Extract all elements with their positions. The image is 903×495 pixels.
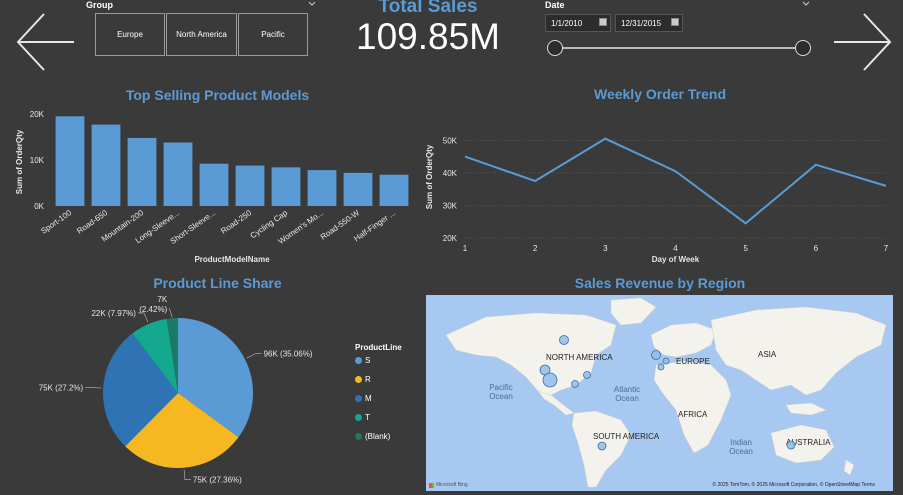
bar[interactable] xyxy=(55,116,85,206)
group-item-pacific[interactable]: Pacific xyxy=(238,13,308,56)
leader-line xyxy=(85,387,102,389)
leader-line xyxy=(183,469,191,481)
x-tick-label: Road-650 xyxy=(75,208,109,236)
x-axis-title: Day of Week xyxy=(652,255,700,264)
y-tick-label: 40K xyxy=(443,169,458,178)
map-bubble[interactable] xyxy=(597,441,607,451)
date-slider-end-handle[interactable] xyxy=(795,40,811,56)
date-slider-start-handle[interactable] xyxy=(547,40,563,56)
pie-chart: 96K (35.06%) 75K (27.36%) 75K (27.2%) 22K (… xyxy=(39,295,313,485)
pie-data-label: 75K (27.2%) xyxy=(39,383,84,392)
legend-marker xyxy=(355,357,362,364)
legend-label: S xyxy=(365,356,371,365)
legend-marker xyxy=(355,433,362,440)
x-axis-title: ProductModelName xyxy=(194,255,270,264)
pie-chart-title: Product Line Share xyxy=(153,275,282,291)
legend-item[interactable]: M xyxy=(355,394,372,403)
legend-marker xyxy=(355,376,362,383)
leader-line xyxy=(137,312,149,323)
map-attribution[interactable]: © 2025 TomTom, © 2025 Microsoft Corporat… xyxy=(712,482,875,488)
y-tick-label: 30K xyxy=(443,201,458,210)
start-date-input[interactable]: 1/1/2010 xyxy=(545,14,611,32)
x-tick-label: Sport-100 xyxy=(39,208,73,236)
y-axis-title: Sum of OrderQty xyxy=(15,129,24,194)
map-bubble[interactable] xyxy=(571,380,579,388)
pie-data-label: 75K (27.36%) xyxy=(193,476,242,485)
pie-legend: S R M T (Blank) xyxy=(355,356,415,446)
bar[interactable] xyxy=(343,172,373,206)
legend-item[interactable]: S xyxy=(355,356,370,365)
bar[interactable] xyxy=(235,165,265,206)
x-tick-label: 5 xyxy=(743,244,748,253)
series-line[interactable] xyxy=(464,137,887,225)
bar-chart-title: Top Selling Product Models xyxy=(125,87,310,103)
x-tick-label: Road-250 xyxy=(219,208,253,236)
map-bubble[interactable] xyxy=(542,372,558,388)
back-arrow-icon[interactable] xyxy=(16,12,76,72)
legend-marker xyxy=(355,395,362,402)
pie-data-label: 7K xyxy=(157,295,167,304)
bar[interactable] xyxy=(163,142,193,206)
kpi-value: 109.85M xyxy=(356,16,500,57)
map-bubbles xyxy=(539,335,796,451)
map-bubble[interactable] xyxy=(786,440,796,450)
y-tick-label: 0K xyxy=(34,202,44,211)
bing-logo: Microsoft Bing xyxy=(429,482,468,488)
group-item-europe[interactable]: Europe xyxy=(95,13,165,56)
x-tick-label: 3 xyxy=(603,244,608,253)
legend-label: M xyxy=(365,394,372,403)
x-tick-label: 2 xyxy=(533,244,538,253)
region-map[interactable]: NORTH AMERICA EUROPE ASIA AFRICA SOUTH A… xyxy=(426,295,893,491)
leader-line xyxy=(246,353,262,359)
legend-label: R xyxy=(365,375,371,384)
y-axis-title: Sum of OrderQty xyxy=(425,144,434,209)
bar[interactable] xyxy=(199,163,229,206)
map-bubble[interactable] xyxy=(657,363,665,371)
bar[interactable] xyxy=(127,137,157,206)
bar[interactable] xyxy=(379,174,409,206)
map-bubble[interactable] xyxy=(651,350,661,360)
group-item-north-america[interactable]: North America xyxy=(166,13,237,56)
x-tick-label: 4 xyxy=(673,244,678,253)
x-tick-label: 7 xyxy=(884,244,889,253)
y-tick-label: 50K xyxy=(443,136,458,145)
calendar-icon[interactable] xyxy=(671,18,679,26)
chevron-down-icon[interactable] xyxy=(802,1,810,7)
date-slider-track xyxy=(555,47,803,49)
legend-item[interactable]: R xyxy=(355,375,371,384)
y-tick-label: 20K xyxy=(443,234,458,243)
date-slicer-title: Date xyxy=(545,0,565,10)
map-bubble[interactable] xyxy=(662,357,670,365)
pie-legend-title: ProductLine xyxy=(355,343,402,352)
y-tick-label: 10K xyxy=(30,156,45,165)
forward-arrow-icon[interactable] xyxy=(832,12,892,72)
end-date-input[interactable]: 12/31/2015 xyxy=(615,14,683,32)
x-tick-label: 6 xyxy=(814,244,819,253)
pie-data-label: 22K (7.97%) xyxy=(91,309,136,318)
bar-chart: 0K 10K 20K Sum of OrderQty Sport-100 Road-650… xyxy=(15,110,409,264)
x-tick-label: 1 xyxy=(463,244,468,253)
line-chart-title: Weekly Order Trend xyxy=(593,86,726,102)
legend-label: (Blank) xyxy=(365,432,391,441)
group-slicer-title: Group xyxy=(86,0,113,10)
pie-data-label: (2.42%) xyxy=(139,305,167,314)
chevron-down-icon[interactable] xyxy=(308,1,316,7)
bar[interactable] xyxy=(91,124,121,206)
legend-label: T xyxy=(365,413,370,422)
map-bubble[interactable] xyxy=(559,335,569,345)
legend-marker xyxy=(355,414,362,421)
leader-line xyxy=(168,308,173,318)
bar[interactable] xyxy=(307,170,337,206)
legend-item[interactable]: (Blank) xyxy=(355,432,390,441)
bar[interactable] xyxy=(271,167,301,206)
line-chart: 20K 30K 40K 50K 1 2 3 4 5 6 7 Day of Week Sum of Ord… xyxy=(425,136,889,264)
map-title: Sales Revenue by Region xyxy=(574,275,746,291)
y-tick-label: 20K xyxy=(30,110,45,119)
microsoft-logo-icon xyxy=(429,482,434,488)
map-bubble[interactable] xyxy=(583,371,591,379)
legend-item[interactable]: T xyxy=(355,413,370,422)
calendar-icon[interactable] xyxy=(599,18,607,26)
pie-data-label: 96K (35.06%) xyxy=(264,350,313,359)
